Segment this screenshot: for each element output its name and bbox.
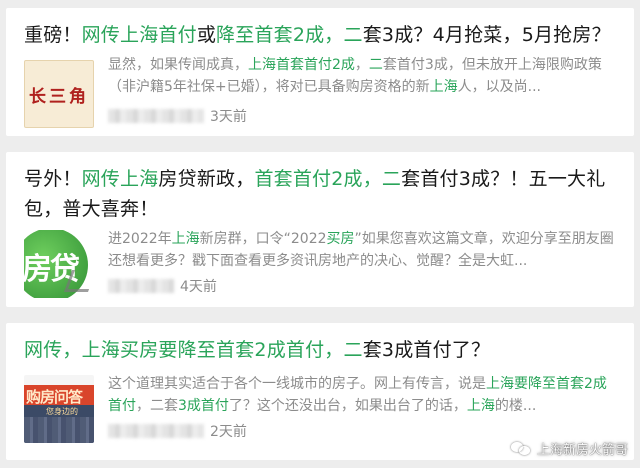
title-keyword: 降至首套2成，二 xyxy=(216,24,363,46)
title-keyword: 网传上海 xyxy=(81,168,159,190)
article-meta: 4天前 xyxy=(108,276,217,296)
title-keyword: 网传上海首付 xyxy=(81,24,197,46)
blurred-source xyxy=(108,109,204,123)
title-text: 套3成？4月抢菜，5月抢房？ xyxy=(362,24,611,46)
article-excerpt: 进2022年上海新房群，口令“2022买房”如果您喜欢这篇文章，欢迎分享至朋友圈… xyxy=(108,231,614,269)
article-title[interactable]: 重磅！网传上海首付或降至首套2成，二套3成？4月抢菜，5月抢房？ xyxy=(24,20,620,50)
blurred-source xyxy=(108,279,174,293)
article-title[interactable]: 号外！网传上海房贷新政，首套首付2成，二套首付3成？！五一大礼包，普大喜奔！ xyxy=(24,164,620,224)
blurred-source xyxy=(108,424,204,438)
watermark-text: 上海新房火箭哥 xyxy=(536,443,628,458)
article-title[interactable]: 网传，上海买房要降至首套2成首付，二套3成首付了？ xyxy=(24,335,620,365)
thumbnail-text: 购房问答 xyxy=(26,388,83,406)
title-text: 重磅！ xyxy=(24,24,82,46)
article-meta: 3天前 xyxy=(108,106,247,126)
watermark: 上海新房火箭哥 xyxy=(510,439,628,458)
title-keyword: 首套首付2成，二 xyxy=(254,168,402,190)
article-excerpt: 显然，如果传闻成真，上海首套首付2成，二套首付3成，但未放开上海限购政策（非沪籍… xyxy=(108,57,602,95)
article-thumbnail[interactable]: 房贷 xyxy=(24,230,94,298)
title-text: 号外！ xyxy=(24,168,82,190)
publish-time: 3天前 xyxy=(210,109,247,125)
article-card[interactable]: 重磅！网传上海首付或降至首套2成，二套3成？4月抢菜，5月抢房？ 长三角 显然，… xyxy=(6,8,634,136)
article-card[interactable]: 号外！网传上海房贷新政，首套首付2成，二套首付3成？！五一大礼包，普大喜奔！ 房… xyxy=(6,152,634,307)
city-skyline-image xyxy=(24,417,94,443)
title-text: 套3成首付了？ xyxy=(362,339,491,361)
thumbnail-subtext: 您身边的 xyxy=(46,407,78,416)
publish-time: 2天前 xyxy=(210,424,247,440)
article-thumbnail[interactable]: 长三角 xyxy=(24,60,94,128)
title-text: 房贷新政， xyxy=(158,168,255,190)
thumbnail-text: 长三角 xyxy=(29,86,89,107)
publish-time: 4天前 xyxy=(180,279,217,295)
wechat-icon xyxy=(510,441,531,457)
title-text: 或 xyxy=(196,24,217,46)
article-thumbnail[interactable]: 购房问答 您身边的 xyxy=(24,375,94,443)
article-meta: 2天前 xyxy=(108,421,247,441)
title-keyword: 网传，上海买房要降至首套2成首付，二 xyxy=(24,339,363,361)
article-excerpt: 这个道理其实适合于各个一线城市的房子。网上有传言，说是上海要降至首套2成首付，二… xyxy=(108,376,607,414)
